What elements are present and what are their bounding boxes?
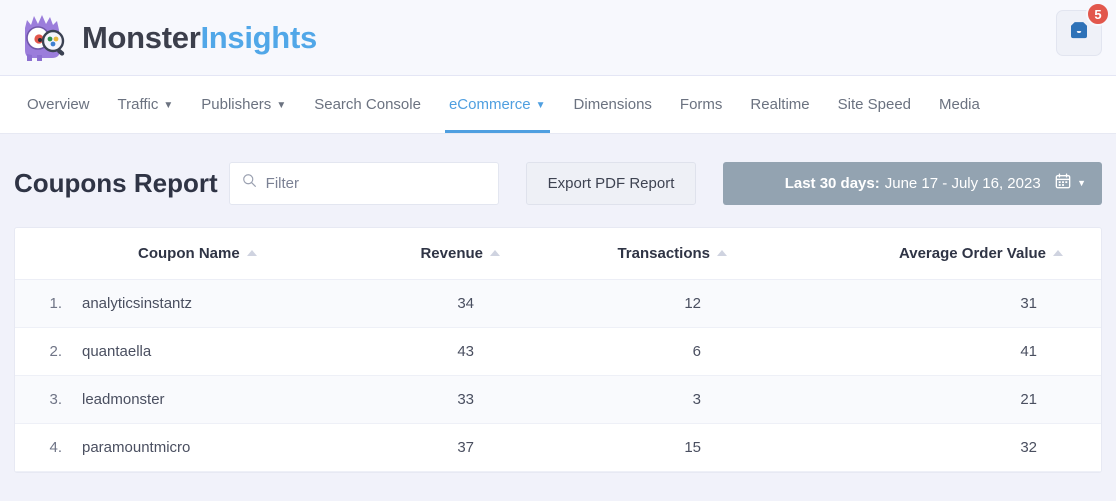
date-range-controls: ▼ <box>1055 173 1086 193</box>
nav-label: Site Speed <box>838 96 911 113</box>
sort-ascending-icon[interactable] <box>490 250 500 256</box>
search-icon <box>242 173 257 193</box>
row-index: 4. <box>15 424 71 472</box>
cell-transactions: 6 <box>581 328 811 376</box>
inbox-icon <box>1067 21 1091 46</box>
chevron-down-icon: ▼ <box>536 101 546 111</box>
chevron-down-icon: ▼ <box>163 101 173 111</box>
column-header-average-order-value[interactable]: Average Order Value <box>811 228 1101 280</box>
cell-average-order-value: 31 <box>811 280 1101 328</box>
brand-name-secondary: Insights <box>200 20 316 55</box>
cell-coupon-name: paramountmicro <box>71 424 401 472</box>
column-header-revenue[interactable]: Revenue <box>401 228 581 280</box>
coupons-table: Coupon Name Revenue Transactions Average… <box>15 228 1101 472</box>
filter-field[interactable] <box>229 162 499 205</box>
column-header-transactions[interactable]: Transactions <box>581 228 811 280</box>
notification-badge: 5 <box>1086 2 1110 26</box>
nav-item-media[interactable]: Media <box>925 76 994 133</box>
table-body: 1. analyticsinstantz 34 12 31 2. quantae… <box>15 280 1101 472</box>
nav-label: eCommerce <box>449 96 531 113</box>
nav-label: Publishers <box>201 96 271 113</box>
nav-label: Media <box>939 96 980 113</box>
table-header: Coupon Name Revenue Transactions Average… <box>15 228 1101 280</box>
nav-item-overview[interactable]: Overview <box>13 76 104 133</box>
date-range-value: June 17 - July 16, 2023 <box>885 175 1041 192</box>
cell-transactions: 12 <box>581 280 811 328</box>
nav-item-ecommerce[interactable]: eCommerce ▼ <box>435 76 560 133</box>
row-index: 3. <box>15 376 71 424</box>
brand-name-primary: Monster <box>82 20 200 55</box>
column-label: Transactions <box>617 245 710 262</box>
chevron-down-icon: ▼ <box>1077 178 1086 188</box>
brand-name: MonsterInsights <box>82 20 317 56</box>
monster-logo-icon <box>14 10 70 66</box>
nav-item-publishers[interactable]: Publishers ▼ <box>187 76 300 133</box>
cell-transactions: 3 <box>581 376 811 424</box>
cell-revenue: 37 <box>401 424 581 472</box>
cell-coupon-name: quantaella <box>71 328 401 376</box>
table-row[interactable]: 3. leadmonster 33 3 21 <box>15 376 1101 424</box>
column-label: Average Order Value <box>899 245 1046 262</box>
inbox-button[interactable]: 5 <box>1056 10 1102 56</box>
page-title: Coupons Report <box>14 168 218 199</box>
nav-label: Realtime <box>750 96 809 113</box>
chevron-down-icon: ▼ <box>276 101 286 111</box>
date-range-selector[interactable]: Last 30 days: June 17 - July 16, 2023 ▼ <box>723 162 1102 205</box>
table-row[interactable]: 2. quantaella 43 6 41 <box>15 328 1101 376</box>
cell-average-order-value: 21 <box>811 376 1101 424</box>
main-navigation: Overview Traffic ▼ Publishers ▼ Search C… <box>0 76 1116 134</box>
nav-item-realtime[interactable]: Realtime <box>736 76 823 133</box>
search-input[interactable] <box>266 175 486 192</box>
sort-ascending-icon[interactable] <box>1053 250 1063 256</box>
cell-average-order-value: 32 <box>811 424 1101 472</box>
nav-label: Search Console <box>314 96 421 113</box>
brand-logo: MonsterInsights <box>0 10 317 66</box>
date-range-prefix: Last 30 days: <box>785 175 880 192</box>
table-header-index <box>15 228 71 280</box>
cell-coupon-name: leadmonster <box>71 376 401 424</box>
nav-item-traffic[interactable]: Traffic ▼ <box>104 76 188 133</box>
app-header: MonsterInsights 5 <box>0 0 1116 76</box>
nav-item-dimensions[interactable]: Dimensions <box>560 76 666 133</box>
nav-item-search-console[interactable]: Search Console <box>300 76 435 133</box>
nav-item-forms[interactable]: Forms <box>666 76 737 133</box>
cell-coupon-name: analyticsinstantz <box>71 280 401 328</box>
report-toolbar: Coupons Report Export PDF Report Last 30… <box>0 134 1116 208</box>
nav-label: Forms <box>680 96 723 113</box>
cell-revenue: 34 <box>401 280 581 328</box>
row-index: 1. <box>15 280 71 328</box>
nav-label: Traffic <box>118 96 159 113</box>
nav-item-site-speed[interactable]: Site Speed <box>824 76 925 133</box>
nav-label: Dimensions <box>574 96 652 113</box>
table-row[interactable]: 1. analyticsinstantz 34 12 31 <box>15 280 1101 328</box>
cell-revenue: 43 <box>401 328 581 376</box>
column-label: Revenue <box>420 245 483 262</box>
table-row[interactable]: 4. paramountmicro 37 15 32 <box>15 424 1101 472</box>
sort-ascending-icon[interactable] <box>717 250 727 256</box>
export-pdf-report-button[interactable]: Export PDF Report <box>526 162 697 205</box>
column-header-coupon-name[interactable]: Coupon Name <box>71 228 401 280</box>
cell-transactions: 15 <box>581 424 811 472</box>
sort-ascending-icon[interactable] <box>247 250 257 256</box>
nav-label: Overview <box>27 96 90 113</box>
calendar-icon <box>1055 173 1071 193</box>
cell-revenue: 33 <box>401 376 581 424</box>
coupons-table-card: Coupon Name Revenue Transactions Average… <box>14 227 1102 473</box>
row-index: 2. <box>15 328 71 376</box>
table-header-row: Coupon Name Revenue Transactions Average… <box>15 228 1101 280</box>
column-label: Coupon Name <box>138 245 240 262</box>
cell-average-order-value: 41 <box>811 328 1101 376</box>
